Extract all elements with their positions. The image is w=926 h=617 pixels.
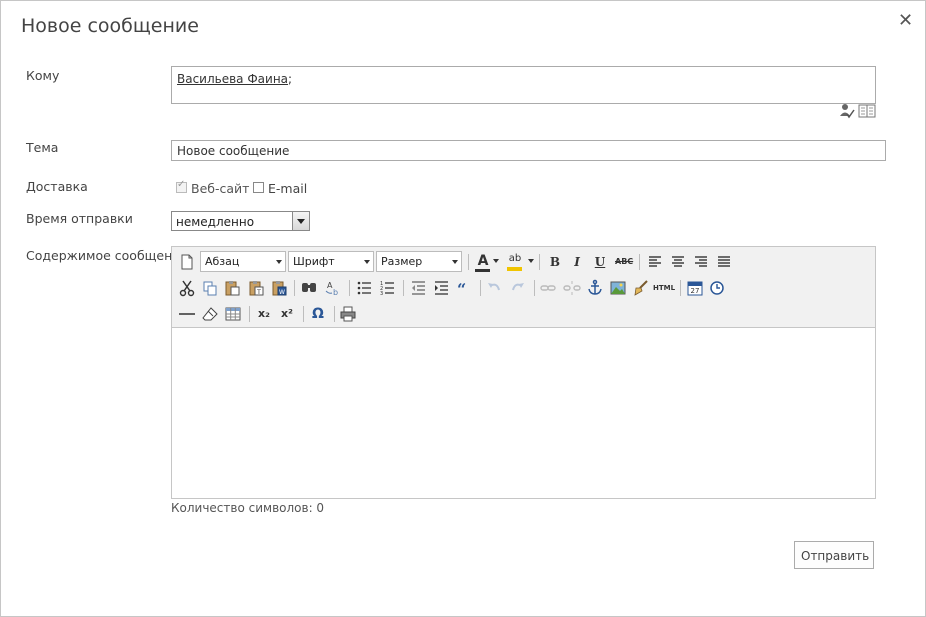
size-dropdown[interactable]: Размер (376, 251, 462, 272)
calendar-day: 27 (690, 287, 700, 295)
align-justify-icon[interactable] (715, 253, 733, 271)
character-count: Количество символов: 0 (171, 501, 325, 515)
image-icon[interactable] (609, 279, 627, 297)
toolbar-separator (349, 280, 350, 296)
table-icon[interactable] (224, 305, 242, 323)
copy-icon[interactable] (201, 279, 219, 297)
toolbar-separator (303, 306, 304, 322)
svg-text:b: b (333, 288, 338, 297)
subscript-button[interactable]: x₂ (255, 305, 273, 323)
undo-icon[interactable] (485, 279, 503, 297)
paste-word-icon[interactable]: W (270, 279, 288, 297)
to-label: Кому (26, 68, 60, 83)
align-center-icon[interactable] (669, 253, 687, 271)
toolbar-separator (468, 254, 469, 270)
message-body-editor[interactable] (172, 328, 875, 498)
send-time-label: Время отправки (26, 211, 133, 226)
svg-text:3: 3 (380, 291, 383, 297)
toolbar-separator (539, 254, 540, 270)
font-dropdown[interactable]: Шрифт (288, 251, 374, 272)
underline-button[interactable]: U (591, 253, 609, 271)
delivery-label: Доставка (26, 179, 88, 194)
clock-icon[interactable] (708, 279, 726, 297)
editor-toolbar: Абзац Шрифт Размер A ab B I U ABC T W A … (172, 247, 875, 328)
paste-icon[interactable] (223, 279, 241, 297)
unlink-icon[interactable] (563, 279, 581, 297)
toolbar-separator (534, 280, 535, 296)
decrease-indent-icon[interactable] (409, 279, 427, 297)
paste-text-icon[interactable]: T (247, 279, 265, 297)
size-dropdown-value: Размер (381, 255, 423, 268)
redo-icon[interactable] (509, 279, 527, 297)
find-icon[interactable] (300, 279, 318, 297)
send-time-value: немедленно (176, 215, 255, 229)
address-book-icon[interactable] (858, 103, 876, 119)
website-checkbox-label: Веб-сайт (191, 181, 250, 196)
to-field[interactable]: Васильева Фаина; (171, 66, 876, 104)
svg-text:W: W (279, 289, 285, 296)
paragraph-dropdown[interactable]: Абзац (200, 251, 286, 272)
html-source-button[interactable]: HTML (653, 279, 675, 297)
rich-text-editor: Абзац Шрифт Размер A ab B I U ABC T W A … (171, 246, 876, 499)
highlight-dropdown-icon[interactable] (528, 259, 534, 263)
strikethrough-button[interactable]: ABC (615, 253, 633, 271)
link-icon[interactable] (539, 279, 557, 297)
toolbar-separator (680, 280, 681, 296)
to-recipients: Васильева Фаина; (177, 72, 292, 86)
svg-text:T: T (256, 289, 261, 296)
new-message-dialog: Новое сообщение ✕ Кому Васильева Фаина; … (0, 0, 926, 617)
check-names-icon[interactable] (839, 103, 855, 119)
clean-format-icon[interactable] (632, 279, 650, 297)
toolbar-separator (639, 254, 640, 270)
subject-input[interactable]: Новое сообщение (171, 140, 886, 161)
font-color-icon[interactable]: A (474, 252, 492, 270)
cut-icon[interactable] (178, 279, 196, 297)
horizontal-line-icon[interactable] (178, 305, 196, 323)
chevron-down-icon[interactable] (292, 212, 309, 230)
toolbar-separator (294, 280, 295, 296)
superscript-button[interactable]: x² (278, 305, 296, 323)
italic-button[interactable]: I (568, 253, 586, 271)
content-label: Содержимое сообщения (26, 248, 188, 263)
svg-text:“: “ (457, 280, 466, 297)
bold-button[interactable]: B (546, 253, 564, 271)
close-icon[interactable]: ✕ (898, 12, 913, 30)
eraser-icon[interactable] (201, 305, 219, 323)
print-icon[interactable] (339, 305, 357, 323)
toolbar-separator (480, 280, 481, 296)
align-right-icon[interactable] (692, 253, 710, 271)
blockquote-icon[interactable]: “ (455, 279, 473, 297)
increase-indent-icon[interactable] (432, 279, 450, 297)
new-page-icon[interactable] (178, 253, 196, 271)
font-dropdown-value: Шрифт (293, 255, 335, 268)
anchor-icon[interactable] (586, 279, 604, 297)
recipient-separator: ; (288, 72, 293, 86)
bulleted-list-icon[interactable] (355, 279, 373, 297)
subject-label: Тема (26, 140, 59, 155)
email-checkbox-label: E-mail (268, 181, 308, 196)
send-button[interactable]: Отправить (794, 541, 874, 569)
website-checkbox[interactable] (176, 179, 187, 193)
font-color-swatch (475, 269, 490, 272)
special-character-icon[interactable]: Ω (309, 305, 327, 323)
paragraph-dropdown-value: Абзац (205, 255, 240, 268)
toolbar-separator (403, 280, 404, 296)
replace-icon[interactable]: Ab (323, 279, 341, 297)
font-color-dropdown-icon[interactable] (493, 259, 499, 263)
align-left-icon[interactable] (646, 253, 664, 271)
highlight-color-swatch (507, 267, 522, 271)
send-time-select[interactable]: немедленно (171, 211, 310, 231)
toolbar-separator (334, 306, 335, 322)
numbered-list-icon[interactable]: 123 (378, 279, 396, 297)
highlight-color-icon[interactable]: ab (506, 250, 524, 268)
dialog-title: Новое сообщение (21, 15, 199, 37)
recipient-link[interactable]: Васильева Фаина (177, 72, 288, 86)
toolbar-separator (249, 306, 250, 322)
email-checkbox[interactable] (253, 182, 264, 193)
